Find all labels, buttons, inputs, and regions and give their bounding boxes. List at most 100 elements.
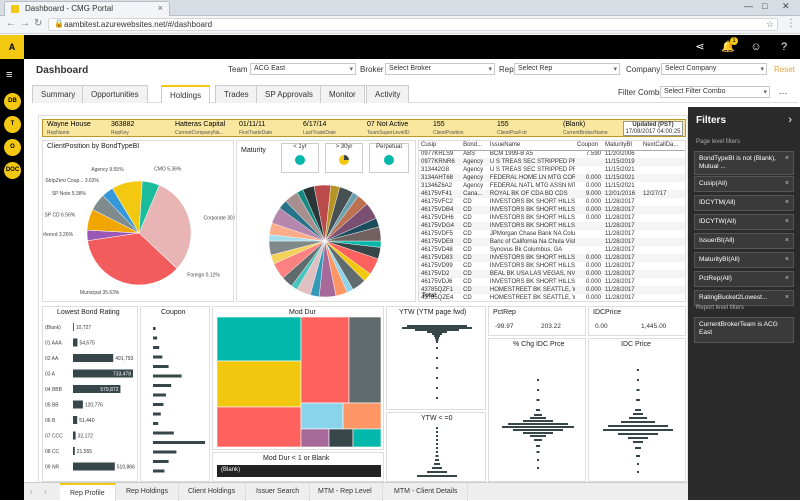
table-row[interactable]: 46175VD83 CD INVESTORS BK SHORT HILLS NJ 0.…	[419, 254, 685, 262]
maturity-slice[interactable]	[313, 184, 332, 242]
coupon-visual[interactable]: Coupon	[140, 306, 210, 482]
maturity-slice[interactable]	[268, 234, 326, 242]
treemap-tile[interactable]	[342, 402, 382, 430]
maturity-slice[interactable]	[270, 240, 326, 265]
maturity-slice[interactable]	[318, 240, 337, 298]
maturity-slice[interactable]	[324, 240, 348, 297]
tabs-prev-icon[interactable]: ‹	[30, 487, 33, 496]
table-row[interactable]: 46175VDJ6 CD INVESTORS BK SHORT HILLS NJ 0.…	[419, 278, 685, 286]
maturity-slice[interactable]	[296, 189, 326, 242]
pct-chg-visual[interactable]: % Chg IDC Prce	[488, 338, 586, 482]
tab-activity[interactable]: Activity	[366, 85, 410, 103]
table-row[interactable]: 0977KRLS9 ABS BCM 1999-B A5 7.590 11/20/2006	[419, 150, 685, 158]
tab-opportunities[interactable]: Opportunities	[82, 85, 148, 103]
table-row[interactable]: 31346Z6A2 Agency FEDERAL NATL MTG ASSN MTN…	[419, 182, 685, 190]
maturity-slice[interactable]	[279, 200, 326, 242]
idc-price-chart[interactable]	[589, 339, 687, 483]
lt1yr-card[interactable]: < 1yr	[281, 143, 319, 173]
page-filter-chip[interactable]: PctRep(All) ×	[694, 271, 794, 287]
company-filter-select[interactable]: Select Company ▾	[661, 63, 767, 75]
maturity-slice[interactable]	[273, 240, 326, 279]
maturity-slice[interactable]	[302, 185, 326, 242]
maturity-slice[interactable]	[324, 217, 380, 242]
tab-sp-approvals[interactable]: SP Approvals	[256, 85, 322, 103]
filter-combo-select[interactable]: Select Filter Combo ▾	[660, 86, 770, 98]
tab-monitor[interactable]: Monitor	[320, 85, 365, 103]
maturity-slice[interactable]	[285, 192, 326, 242]
maximize-icon[interactable]: □	[762, 1, 767, 11]
maturity-slice[interactable]	[324, 185, 341, 242]
coupon-bar[interactable]	[153, 422, 159, 425]
page-filter-chip[interactable]: IssuerBI(All) ×	[694, 233, 794, 249]
coupon-bar[interactable]	[153, 384, 172, 387]
treemap-tile[interactable]	[300, 316, 350, 404]
table-row[interactable]: 43785QZE4 CD HOMESTREET BK SEATTLE, WA 0.00…	[419, 294, 685, 301]
reload-icon[interactable]: ↻	[34, 18, 42, 29]
page-tab-rep-profile[interactable]: Rep Profile	[60, 483, 116, 501]
maturity-slice[interactable]	[324, 203, 377, 242]
mod-dur-blank-bar[interactable]	[217, 465, 381, 477]
table-row[interactable]: 46175VF41 Cana... ROYAL BK OF CDA BD CDS 9.…	[419, 190, 685, 198]
maturity-slice[interactable]	[296, 240, 326, 296]
mod-dur-treemap[interactable]	[213, 307, 385, 451]
coupon-bar[interactable]	[153, 431, 174, 435]
page-filter-chip[interactable]: RatingBucket2Lowest... ×	[694, 290, 794, 306]
treemap-tile[interactable]	[216, 316, 302, 362]
tab-holdings[interactable]: Holdings	[161, 85, 211, 103]
mod-dur-visual[interactable]: Mod Dur	[212, 306, 384, 450]
nav-o-button[interactable]: O	[4, 139, 21, 156]
maturity-slice[interactable]	[324, 240, 365, 290]
share-icon[interactable]: ⋖	[692, 39, 708, 55]
maturity-slice[interactable]	[324, 186, 354, 242]
maturity-slice[interactable]	[271, 207, 326, 242]
rating-bar[interactable]	[73, 431, 76, 440]
remove-filter-icon[interactable]: ×	[785, 294, 789, 302]
forward-icon[interactable]: →	[20, 18, 30, 29]
rating-bar[interactable]	[73, 354, 114, 362]
column-header[interactable]: NextCallDa...	[641, 141, 685, 151]
minimize-icon[interactable]: —	[744, 1, 753, 11]
close-tab-icon[interactable]: ×	[158, 3, 163, 13]
ytw-neg-chart[interactable]	[387, 413, 487, 483]
table-row[interactable]: 46175VD48 CD Synovus Bk Columbus, GA 11/28/…	[419, 246, 685, 254]
treemap-tile[interactable]	[216, 406, 302, 448]
lowest-rating-visual[interactable]: Lowest Bond Rating (Blank) 10,727 01 AAA 54…	[42, 306, 138, 482]
coupon-bar[interactable]	[153, 336, 158, 340]
nav-t-button[interactable]: T	[4, 116, 21, 133]
report-filter-chip[interactable]: CurrentBrokerTeam is ACG East	[694, 317, 794, 343]
tab-summary[interactable]: Summary	[32, 85, 85, 103]
treemap-tile[interactable]	[328, 428, 354, 448]
coupon-bar[interactable]	[153, 450, 177, 454]
holdings-table[interactable]: Cusip Bond... IssueName Coupon MaturityBI Nex…	[418, 140, 686, 302]
maturity-slice[interactable]	[309, 240, 326, 297]
back-icon[interactable]: ←	[6, 18, 16, 29]
feedback-smile-icon[interactable]: ☺	[748, 39, 764, 55]
rating-bar[interactable]	[73, 447, 75, 455]
treemap-tile[interactable]	[216, 360, 302, 408]
rating-bar[interactable]	[73, 338, 78, 347]
coupon-bar[interactable]	[153, 460, 169, 463]
column-header[interactable]: IssueName	[487, 141, 576, 151]
app-logo[interactable]: A	[0, 35, 24, 59]
table-row[interactable]: 46175VDH6 CD INVESTORS BK SHORT HILLS NJ 0.…	[419, 214, 685, 222]
coupon-bar[interactable]	[153, 346, 160, 349]
table-row[interactable]: 313442G8 Agency U S TREAS SEC STRIPPED PRN…	[419, 166, 685, 174]
column-header[interactable]: MaturityBI	[603, 141, 642, 151]
remove-filter-icon[interactable]: ×	[785, 155, 789, 163]
treemap-tile[interactable]	[300, 402, 344, 430]
maturity-slice[interactable]	[324, 240, 354, 293]
table-row[interactable]: 3134AHT68 Agency FEDERAL HOME LN MTG CORP 0…	[419, 174, 685, 182]
coupon-bar[interactable]	[153, 374, 182, 378]
ytw-visual[interactable]: YTW (YTM page fwd)	[386, 306, 486, 410]
pie-chart[interactable]: Corporate 30.51% Foreign 0.12% Municipal 3…	[43, 141, 235, 303]
nav-db-button[interactable]: DB	[4, 93, 21, 110]
remove-filter-icon[interactable]: ×	[785, 180, 789, 188]
maturity-slice[interactable]	[324, 192, 359, 242]
maturity-slice[interactable]	[324, 240, 379, 275]
idc-price-visual[interactable]: IDC Price	[588, 338, 686, 482]
coupon-bar[interactable]	[153, 469, 165, 473]
browser-menu-icon[interactable]: ⋮	[786, 18, 796, 29]
help-icon[interactable]: ?	[776, 39, 792, 55]
page-filter-chip[interactable]: Cusip(All) ×	[694, 176, 794, 192]
maturity-slice[interactable]	[291, 240, 326, 290]
